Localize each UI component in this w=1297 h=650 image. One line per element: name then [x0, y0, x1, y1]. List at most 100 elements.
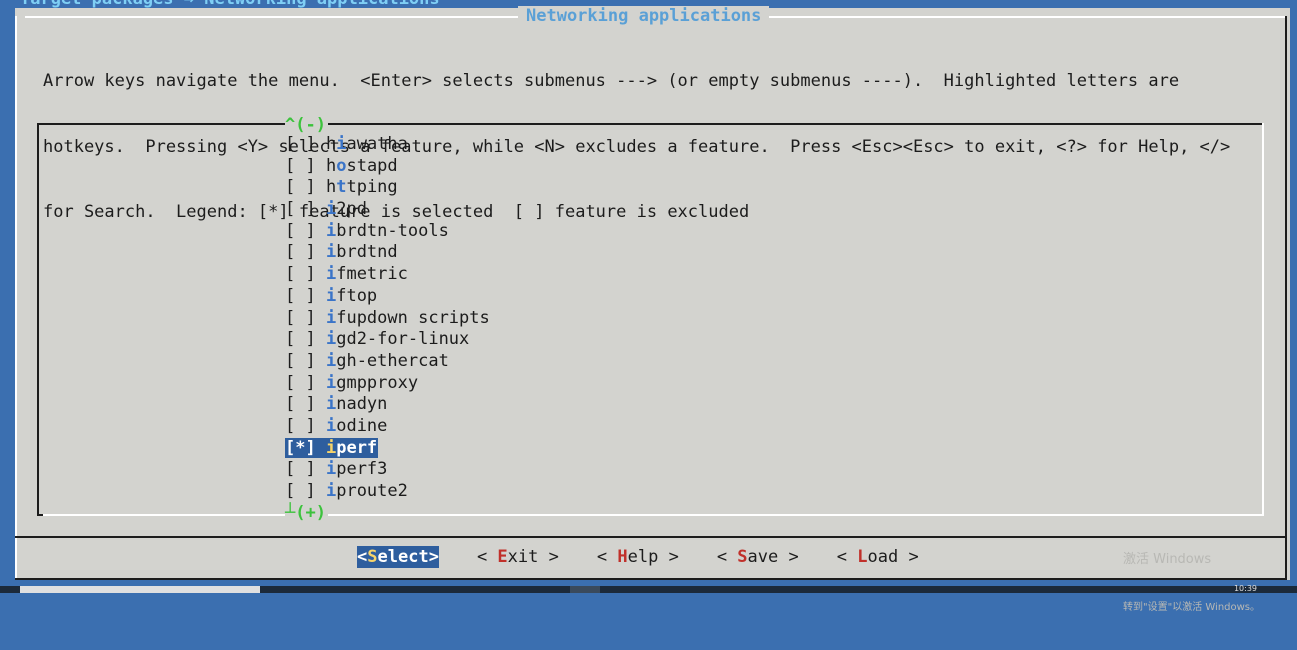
help-button[interactable]: < Help >: [597, 546, 679, 568]
button-label-part: <: [716, 547, 738, 567]
menu-item-label: gh-ethercat: [336, 350, 449, 371]
menu-item-hotkey: i: [325, 329, 337, 350]
button-hotkey: H: [617, 547, 628, 567]
menu-item-label: perf3: [336, 459, 388, 480]
select-button[interactable]: <Select>: [357, 546, 439, 568]
menu-item[interactable]: [ ] hiawatha: [285, 134, 490, 156]
menu-item-checkbox[interactable]: [ ]: [285, 199, 316, 219]
button-label-part: ave: [747, 547, 779, 567]
button-label-part: <: [596, 547, 618, 567]
menu-item-hotkey: i: [325, 285, 337, 306]
menu-item-label: 2pd: [336, 199, 367, 220]
menu-item[interactable]: [ ] igmpproxy: [285, 373, 490, 395]
menu-item-label: odine: [336, 415, 388, 436]
save-button[interactable]: < Save >: [717, 546, 799, 568]
menu-item-checkbox[interactable]: [ ]: [285, 373, 316, 393]
help-line-1: Arrow keys navigate the menu. <Enter> se…: [43, 71, 1180, 92]
menu-item-checkbox[interactable]: [ ]: [285, 156, 316, 176]
menu-item-content: [ ] igd2-for-linux: [285, 329, 469, 349]
menu-item-label: stapd: [346, 155, 398, 176]
menu-item[interactable]: [ ] ibrdtn-tools: [285, 221, 490, 243]
menu-box: ^(-) [ ] hiawatha[ ] hostapd[ ] httping[…: [37, 115, 1264, 523]
menu-item-checkbox[interactable]: [*]: [285, 438, 316, 458]
menu-item[interactable]: [ ] ibrdtnd: [285, 242, 490, 264]
menu-item-checkbox[interactable]: [ ]: [285, 394, 316, 414]
button-label-part: xit: [507, 547, 539, 567]
button-separator: [15, 536, 1287, 538]
menu-item-content: [ ] iproute2: [285, 481, 408, 501]
button-label-part: elect: [377, 547, 429, 567]
menu-item-label: awatha: [346, 134, 408, 154]
load-button[interactable]: < Load >: [837, 546, 919, 568]
menu-item-hotkey: i: [325, 307, 337, 328]
taskbar-search-box[interactable]: [20, 586, 260, 593]
menu-item-checkbox[interactable]: [ ]: [285, 416, 316, 436]
button-hotkey: S: [367, 547, 378, 567]
menu-item-hotkey: i: [325, 220, 337, 241]
menu-item[interactable]: [ ] iproute2: [285, 481, 490, 503]
menu-item-label: gmpproxy: [336, 372, 419, 393]
menu-item[interactable]: [ ] httping: [285, 177, 490, 199]
menu-item-content: [ ] hiawatha: [285, 134, 408, 154]
menu-item-hotkey: i: [325, 459, 337, 480]
menu-item[interactable]: [ ] ifmetric: [285, 264, 490, 286]
dialog-border-left: [15, 16, 17, 580]
menu-item[interactable]: [ ] hostapd: [285, 156, 490, 178]
menu-item-checkbox[interactable]: [ ]: [285, 242, 316, 262]
menu-item[interactable]: [ ] igh-ethercat: [285, 351, 490, 373]
menu-item[interactable]: [ ] iftop: [285, 286, 490, 308]
scroll-down-indicator[interactable]: ┴(+): [285, 503, 328, 523]
menu-item-hotkey: i: [325, 264, 337, 285]
scroll-up-indicator[interactable]: ^(-): [285, 115, 328, 135]
menu-item-checkbox[interactable]: [ ]: [285, 308, 316, 328]
button-row: <Select> < Exit > < Help > < Save > < Load >: [357, 546, 957, 568]
menu-item[interactable]: [ ] i2pd: [285, 199, 490, 221]
menu-item-label: ftop: [336, 285, 378, 306]
menu-item-hotkey: i: [325, 242, 337, 263]
menu-item-label-prefix: h: [325, 134, 337, 154]
menu-item[interactable]: [ ] ifupdown scripts: [285, 308, 490, 330]
menu-item[interactable]: [ ] igd2-for-linux: [285, 329, 490, 351]
breadcrumb: Target packages → Networking application…: [20, 0, 440, 8]
exit-button[interactable]: < Exit >: [477, 546, 559, 568]
menu-item[interactable]: [ ] inadyn: [285, 394, 490, 416]
menu-item-checkbox[interactable]: [ ]: [285, 177, 316, 197]
menu-item-content: [ ] ifupdown scripts: [285, 308, 490, 328]
menu-item-checkbox[interactable]: [ ]: [285, 481, 316, 501]
menu-item-content: [ ] ibrdtnd: [285, 242, 398, 262]
menu-item[interactable]: [ ] iodine: [285, 416, 490, 438]
button-label-part: >: [898, 547, 919, 567]
taskbar-clock: 10:39: [1233, 584, 1257, 593]
menu-item-checkbox[interactable]: [ ]: [285, 351, 316, 371]
menu-border-left: [37, 123, 39, 516]
button-label-part: oad: [867, 547, 899, 567]
menu-item-checkbox[interactable]: [ ]: [285, 264, 316, 284]
button-label-part: >: [538, 547, 559, 567]
menu-item-label-prefix: h: [325, 155, 337, 176]
watermark-line-1: 激活 Windows: [1123, 552, 1212, 567]
menu-item-content: [ ] i2pd: [285, 199, 367, 219]
button-label-part: >: [778, 547, 799, 567]
menu-border-bottom: [37, 514, 1264, 516]
dialog-border-bottom: [15, 578, 1287, 580]
menu-item-hotkey: i: [325, 350, 337, 371]
taskbar-app-icon[interactable]: [570, 586, 600, 593]
menu-item-checkbox[interactable]: [ ]: [285, 459, 316, 479]
button-label-part: >: [658, 547, 679, 567]
button-hotkey: E: [497, 547, 508, 567]
dialog-title: Networking applications: [518, 6, 770, 26]
menu-item-content: [ ] iodine: [285, 416, 387, 436]
menu-item-checkbox[interactable]: [ ]: [285, 134, 316, 154]
menu-item-content: [ ] iftop: [285, 286, 377, 306]
menuconfig-dialog: Networking applications Arrow keys navig…: [15, 6, 1290, 613]
button-hotkey: S: [737, 547, 748, 567]
menu-item-checkbox[interactable]: [ ]: [285, 221, 316, 241]
menu-item-hotkey: i: [325, 437, 337, 458]
menu-item[interactable]: [ ] iperf3: [285, 459, 490, 481]
menu-item[interactable]: [*] iperf: [285, 437, 490, 460]
menu-item-checkbox[interactable]: [ ]: [285, 329, 316, 349]
button-label-part: >: [428, 547, 439, 567]
menu-border-top: [37, 123, 1264, 125]
menu-item-label: brdtn-tools: [336, 220, 449, 241]
menu-item-checkbox[interactable]: [ ]: [285, 286, 316, 306]
